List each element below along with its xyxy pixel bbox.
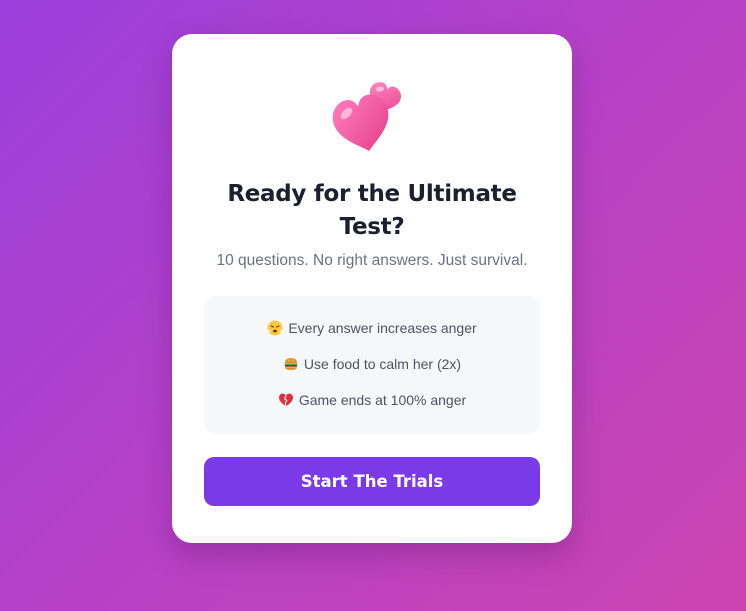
page-title: Ready for the Ultimate Test?: [227, 181, 517, 240]
two-hearts-icon: [332, 82, 401, 152]
rule-item: Use food to calm her (2x): [204, 355, 540, 373]
broken-heart-icon: [278, 393, 293, 407]
subtitle: 10 questions. No right answers. Just sur…: [216, 252, 528, 269]
rule-text: Game ends at 100% anger: [298, 392, 467, 408]
intro-card: Ready for the Ultimate Test? 10 question…: [172, 34, 572, 543]
rule-text: Every answer increases anger: [288, 320, 477, 336]
rule-text: Use food to calm her (2x): [303, 356, 462, 372]
rules-panel: Every answer increases anger Use food to…: [204, 296, 540, 434]
rule-item: Game ends at 100% anger: [204, 391, 540, 409]
steaming-face-icon: [267, 320, 283, 336]
burger-icon: [284, 358, 298, 370]
start-button[interactable]: Start The Trials: [204, 457, 540, 506]
rule-item: Every answer increases anger: [204, 319, 540, 337]
